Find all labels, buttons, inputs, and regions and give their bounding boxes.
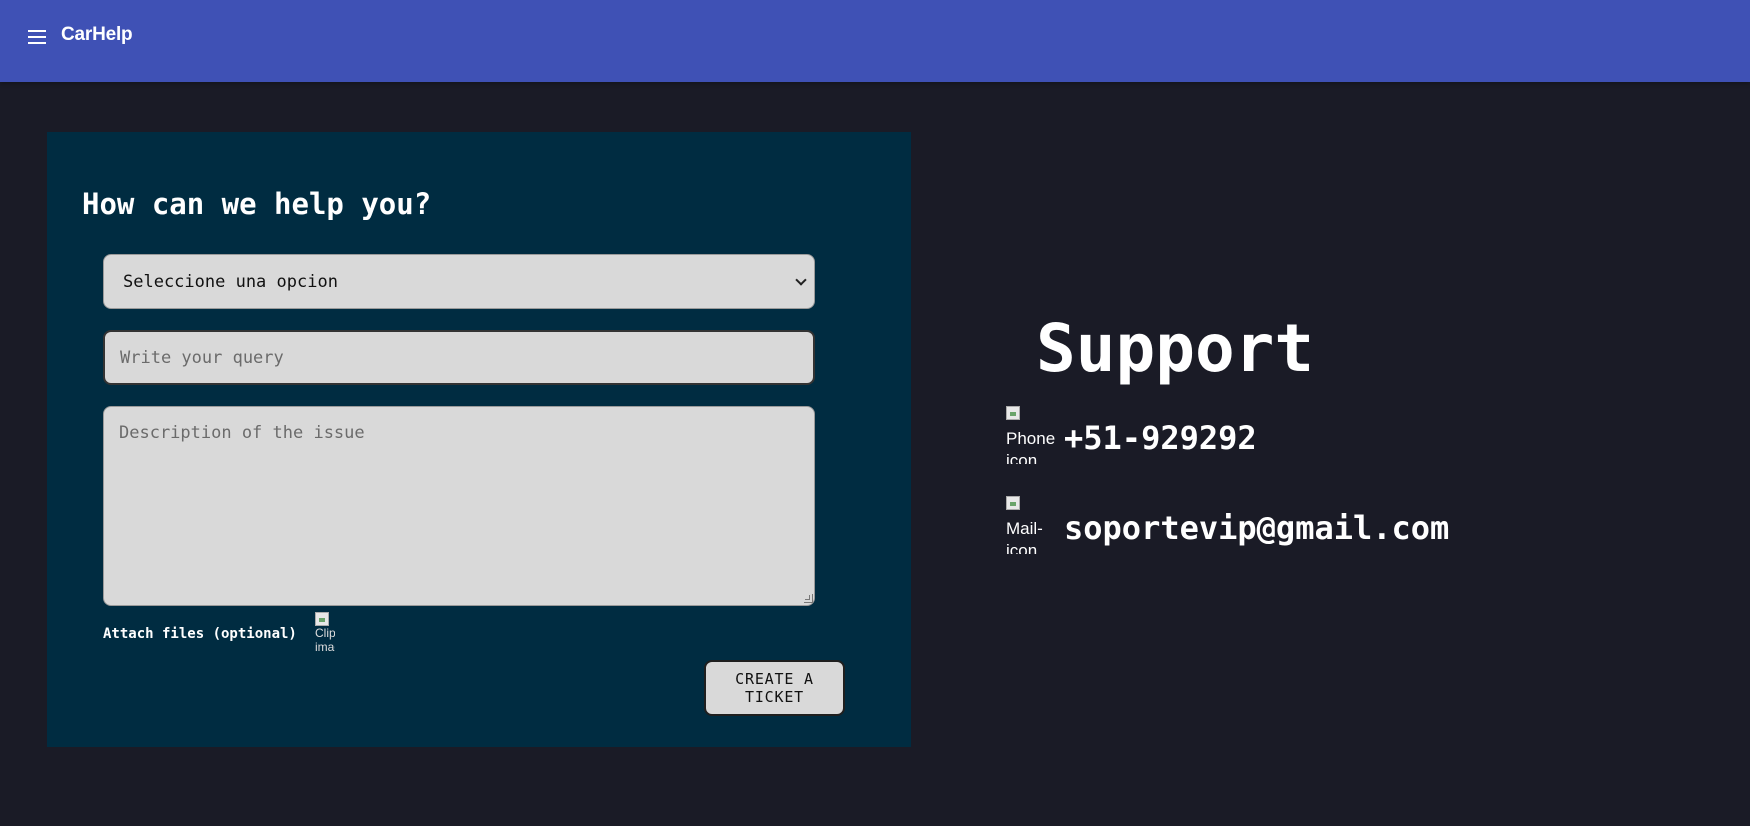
broken-image-icon bbox=[1006, 496, 1020, 510]
query-input[interactable] bbox=[103, 330, 815, 385]
phone-icon-alt-text: Phone icon bbox=[1006, 429, 1056, 464]
mail-icon: Mail-icon bbox=[1006, 496, 1058, 554]
form-title: How can we help you? bbox=[82, 187, 432, 221]
resize-grip-icon[interactable] bbox=[804, 594, 813, 603]
phone-contact: Phone icon +51-929292 bbox=[1006, 406, 1257, 464]
category-select-value: Seleccione una opcion bbox=[123, 271, 338, 292]
mail-contact: Mail-icon soportevip@gmail.com bbox=[1006, 496, 1449, 554]
category-select[interactable]: Seleccione una opcion bbox=[103, 254, 815, 309]
top-toolbar: CarHelp bbox=[0, 0, 1750, 82]
create-ticket-button[interactable]: CREATE A TICKET bbox=[704, 660, 845, 716]
chevron-down-icon bbox=[795, 273, 807, 286]
description-textarea[interactable] bbox=[103, 406, 815, 606]
clip-icon[interactable]: Clip image bbox=[315, 612, 335, 658]
broken-image-icon bbox=[315, 612, 329, 626]
phone-icon: Phone icon bbox=[1006, 406, 1058, 464]
support-email: soportevip@gmail.com bbox=[1064, 509, 1450, 547]
phone-number: +51-929292 bbox=[1064, 419, 1257, 457]
hamburger-menu-icon[interactable] bbox=[22, 22, 52, 52]
help-form-card: How can we help you? Seleccione una opci… bbox=[47, 132, 911, 747]
mail-icon-alt-text: Mail-icon bbox=[1006, 519, 1043, 554]
support-title: Support bbox=[1036, 310, 1315, 387]
brand-title[interactable]: CarHelp bbox=[61, 24, 133, 46]
attach-files-label[interactable]: Attach files (optional) bbox=[103, 626, 297, 642]
broken-image-icon bbox=[1006, 406, 1020, 420]
clip-image-alt-text: Clip image bbox=[315, 626, 335, 654]
